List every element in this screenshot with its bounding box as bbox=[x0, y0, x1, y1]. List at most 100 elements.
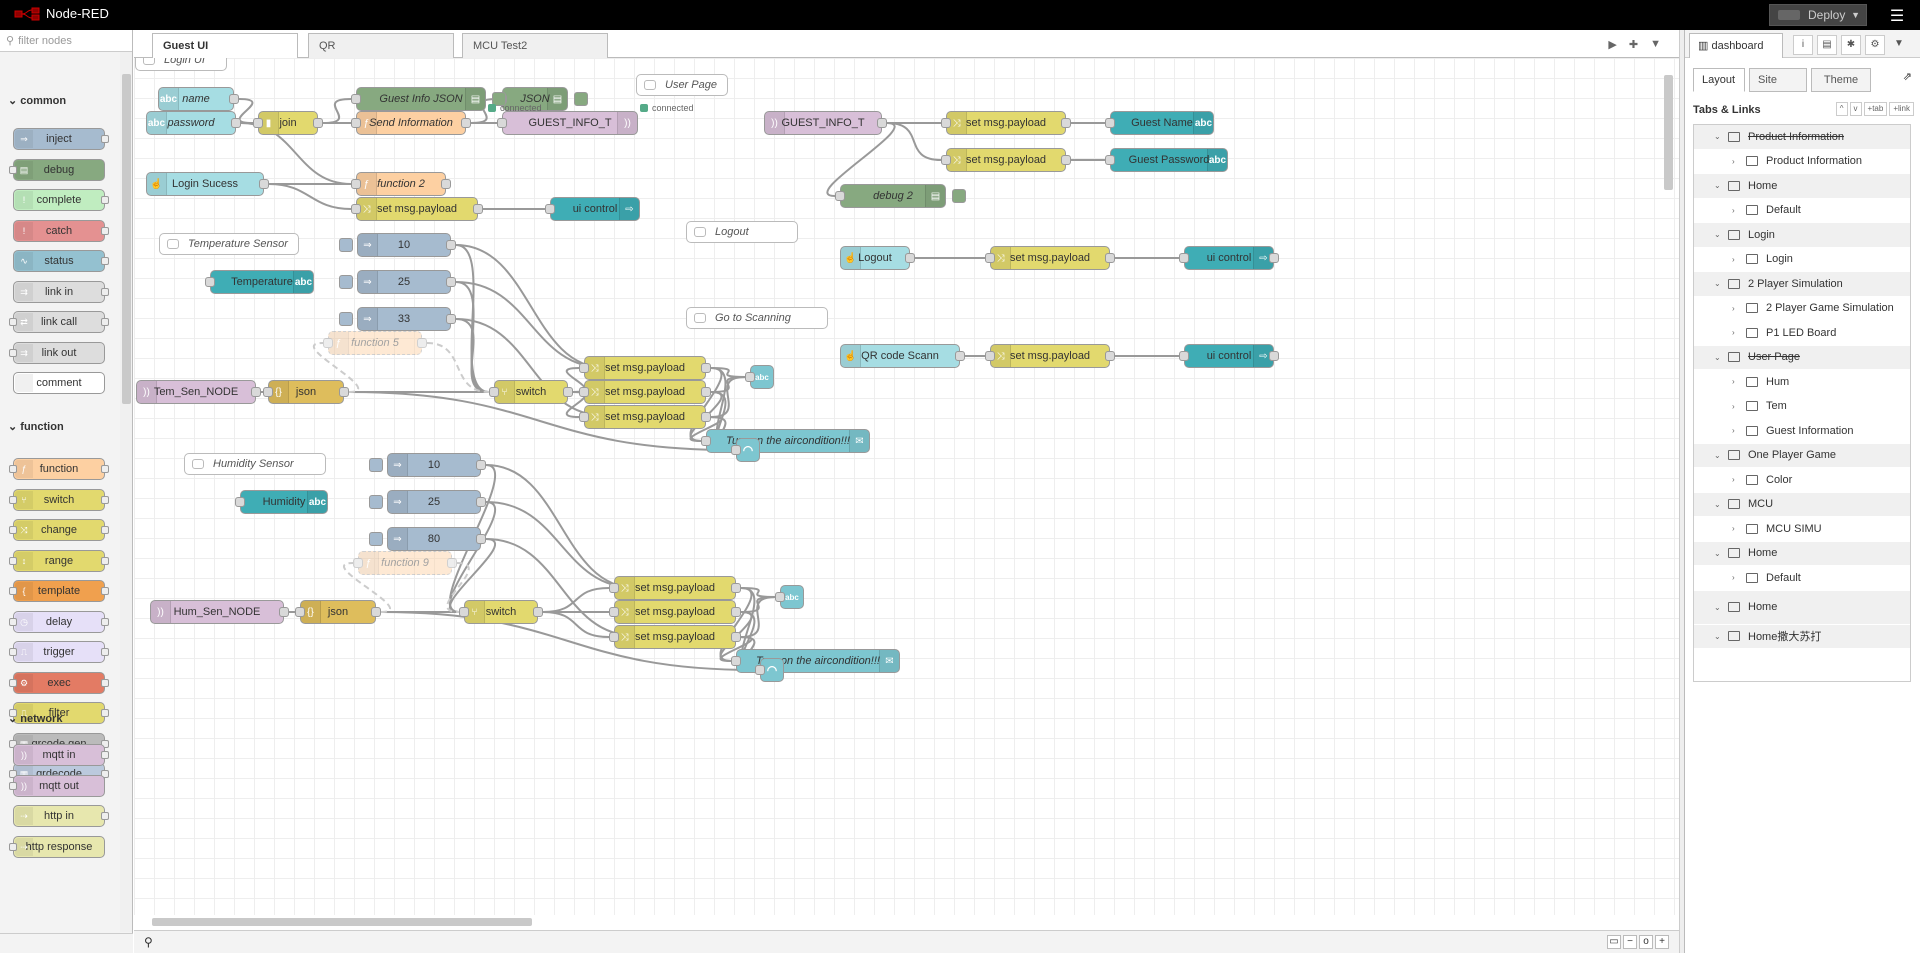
flow-node-guest-info-json[interactable]: Guest Info JSON ▤ bbox=[351, 87, 486, 111]
flow-node-login-sucess[interactable]: ☝ Login Sucess bbox=[146, 172, 269, 196]
palette-node-range[interactable]: ↕ range bbox=[9, 549, 109, 572]
wire[interactable] bbox=[485, 464, 637, 589]
input-port[interactable] bbox=[579, 387, 589, 397]
output-port[interactable] bbox=[701, 387, 711, 397]
navigator-icon[interactable]: ▭ bbox=[1607, 935, 1621, 949]
input-port[interactable] bbox=[351, 118, 361, 128]
gear-icon[interactable]: ⚙ bbox=[1865, 35, 1885, 55]
debug-toggle-button[interactable] bbox=[952, 189, 966, 203]
vertical-scroll-thumb[interactable] bbox=[1664, 75, 1673, 190]
palette-node-template[interactable]: {template bbox=[9, 580, 109, 602]
inject-button[interactable] bbox=[369, 532, 383, 546]
input-port[interactable] bbox=[609, 583, 619, 593]
dashboard-tab-row[interactable]: ⌄ One Player Game bbox=[1694, 443, 1910, 468]
chevron-right-icon[interactable]: › bbox=[1732, 328, 1742, 337]
dashboard-tab-row[interactable]: ⌄ Home bbox=[1694, 590, 1910, 625]
filter-nodes-input[interactable]: ⚲ filter nodes bbox=[0, 30, 132, 52]
wire[interactable] bbox=[268, 183, 352, 210]
input-port[interactable] bbox=[295, 607, 305, 617]
chevron-down-icon[interactable]: ⌄ bbox=[1714, 451, 1724, 460]
output-port[interactable] bbox=[417, 338, 427, 348]
output-port[interactable] bbox=[1105, 253, 1115, 263]
output-port[interactable] bbox=[1061, 155, 1071, 165]
deploy-button[interactable]: Deploy ▼ bbox=[1769, 4, 1867, 26]
output-port[interactable] bbox=[476, 460, 486, 470]
flow-node-temperature[interactable]: Temperature abc bbox=[205, 270, 314, 294]
input-port[interactable] bbox=[609, 632, 619, 642]
wire[interactable] bbox=[542, 611, 610, 638]
flow-node-h-set1[interactable]: ⤨ set msg.payload bbox=[609, 576, 741, 600]
tab-site[interactable]: Site bbox=[1749, 68, 1807, 92]
wire[interactable] bbox=[485, 501, 637, 589]
dashboard-group-row[interactable]: › MCU SIMU bbox=[1694, 517, 1910, 542]
input-port[interactable] bbox=[579, 412, 589, 422]
move-down-button[interactable]: v bbox=[1849, 102, 1862, 116]
chevron-right-icon[interactable]: › bbox=[1732, 524, 1742, 533]
palette-node-link-in[interactable]: ⇉ link in bbox=[13, 280, 109, 303]
flow-node-qr-scann[interactable]: ☝ QR code Scann bbox=[840, 344, 965, 368]
flow-node-inj33[interactable]: ⇒ 33 bbox=[357, 307, 456, 331]
dashboard-group-row[interactable]: › P1 LED Board bbox=[1694, 321, 1910, 346]
input-port[interactable] bbox=[351, 179, 361, 189]
move-up-button[interactable]: ^ bbox=[1835, 102, 1848, 116]
input-port[interactable] bbox=[351, 204, 361, 214]
dashboard-group-row[interactable]: › Default bbox=[1694, 566, 1910, 591]
flow-node-ui-control3[interactable]: ui control ⇨ bbox=[1179, 344, 1279, 368]
flow-node-guest-name[interactable]: Guest Name abc bbox=[1105, 111, 1214, 135]
input-port[interactable] bbox=[745, 372, 755, 382]
input-port[interactable] bbox=[497, 118, 507, 128]
input-port[interactable] bbox=[609, 607, 619, 617]
flow-node-t-set2[interactable]: ⤨ set msg.payload bbox=[579, 380, 711, 404]
inject-button[interactable] bbox=[339, 312, 353, 326]
input-port[interactable] bbox=[985, 253, 995, 263]
chevron-down-icon[interactable]: ⌄ bbox=[1714, 632, 1724, 641]
chevron-down-icon[interactable]: ⌄ bbox=[1714, 603, 1724, 612]
wire[interactable] bbox=[238, 98, 254, 124]
t-text-output[interactable]: abc bbox=[745, 365, 774, 389]
h-text-output[interactable]: abc bbox=[775, 585, 804, 609]
output-port[interactable] bbox=[731, 607, 741, 617]
chevron-down-icon[interactable]: ⌄ bbox=[1714, 500, 1724, 509]
flow-node-guest-password[interactable]: Guest Password abc bbox=[1105, 148, 1228, 172]
flow-node-humidity[interactable]: Humidity abc bbox=[235, 490, 328, 514]
external-link-icon[interactable]: ⇗ bbox=[1903, 70, 1912, 83]
flow-node-guest-info-t-out[interactable]: GUEST_INFO_T)) bbox=[497, 111, 638, 135]
flow-node-set-logout[interactable]: ⤨ set msg.payload bbox=[985, 246, 1115, 270]
input-port[interactable] bbox=[351, 94, 361, 104]
chevron-right-icon[interactable]: › bbox=[1732, 377, 1742, 386]
comment-node[interactable]: Logout bbox=[686, 221, 798, 243]
wire[interactable] bbox=[740, 596, 776, 638]
input-port[interactable] bbox=[701, 436, 711, 446]
input-port[interactable] bbox=[235, 497, 245, 507]
input-port[interactable] bbox=[323, 338, 333, 348]
palette-node-switch[interactable]: ⑂ switch bbox=[9, 488, 109, 511]
chevron-right-icon[interactable]: › bbox=[1732, 304, 1742, 313]
input-port[interactable] bbox=[579, 363, 589, 373]
palette-node-link-call[interactable]: ⇄ link call bbox=[9, 311, 109, 333]
input-port[interactable] bbox=[1179, 351, 1189, 361]
output-port[interactable] bbox=[731, 632, 741, 642]
input-port[interactable] bbox=[545, 204, 555, 214]
palette-node-exec[interactable]: ⚙ exec bbox=[9, 671, 109, 694]
input-port[interactable] bbox=[835, 191, 845, 201]
flow-node-h-inj80[interactable]: ⇒ 80 bbox=[387, 527, 486, 551]
flow-node-h-set3[interactable]: ⤨ set msg.payload bbox=[609, 625, 741, 649]
palette-node-change[interactable]: ⤨ change bbox=[9, 519, 109, 541]
flow-node-tem-sen-node[interactable]: )) Tem_Sen_NODE bbox=[136, 380, 261, 404]
dashboard-tab-row[interactable]: ⌄ Home撒大苏打 bbox=[1694, 624, 1910, 649]
chevron-down-icon[interactable]: ⌄ bbox=[1714, 230, 1724, 239]
output-port[interactable] bbox=[259, 179, 269, 189]
palette-node-catch[interactable]: ! catch bbox=[13, 219, 109, 242]
output-port[interactable] bbox=[1269, 253, 1279, 263]
palette-node-mqtt-in[interactable]: )) mqtt in bbox=[13, 744, 109, 766]
output-port[interactable] bbox=[473, 204, 483, 214]
output-port[interactable] bbox=[1105, 351, 1115, 361]
output-port[interactable] bbox=[279, 607, 289, 617]
wire[interactable] bbox=[710, 376, 746, 418]
wire[interactable] bbox=[455, 244, 607, 369]
flow-node-t-set1[interactable]: ⤨ set msg.payload bbox=[579, 356, 711, 380]
tab-qr[interactable]: QR bbox=[308, 33, 454, 58]
chevron-right-icon[interactable]: › bbox=[1732, 157, 1742, 166]
inject-button[interactable] bbox=[369, 458, 383, 472]
output-port[interactable] bbox=[446, 277, 456, 287]
